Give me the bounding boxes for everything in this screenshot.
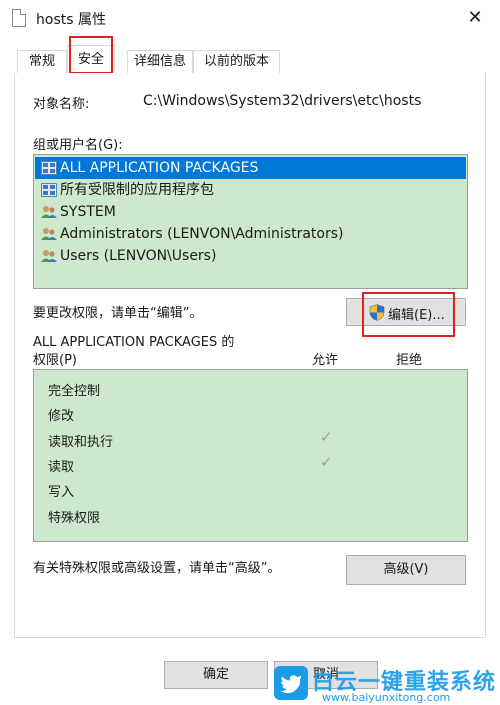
permissions-list[interactable]: 完全控制 修改 读取和执行 ✓ 读取 ✓ 写入 特殊权限: [33, 369, 468, 542]
highlight-box-security-tab: [69, 36, 113, 74]
groups-label: 组或用户名(G):: [33, 138, 123, 153]
object-name-value: C:\Windows\System32\drivers\etc\hosts: [143, 93, 422, 109]
permission-row-full-control: 完全控制: [48, 384, 101, 399]
permission-row-special: 特殊权限: [48, 511, 101, 526]
watermark: 白云一键重装系统 www.baiyunxitong.com: [274, 660, 500, 705]
app-package-icon: [41, 183, 57, 197]
user-group-icon: [41, 206, 57, 218]
ok-button[interactable]: 确定: [164, 661, 268, 689]
tab-details[interactable]: 详细信息: [127, 50, 193, 73]
document-icon: [12, 9, 26, 27]
list-item-label: 所有受限制的应用程序包: [60, 182, 214, 198]
advanced-hint: 有关特殊权限或高级设置，请单击“高级”。: [33, 561, 281, 576]
advanced-button[interactable]: 高级(V): [346, 555, 466, 585]
object-name-label: 对象名称:: [33, 97, 90, 112]
list-item-administrators[interactable]: Administrators (LENVON\Administrators): [35, 223, 466, 245]
deny-column-header: 拒绝: [396, 353, 423, 368]
highlight-box-edit-button: [362, 292, 455, 337]
list-item-label: ALL APPLICATION PACKAGES: [60, 160, 259, 176]
close-button[interactable]: ✕: [462, 6, 488, 30]
window-title: hosts 属性: [36, 12, 106, 28]
permissions-title-line1: ALL APPLICATION PACKAGES 的: [33, 335, 235, 350]
permission-row-read: 读取: [48, 460, 75, 475]
tab-general[interactable]: 常规: [17, 50, 67, 73]
user-group-icon: [41, 250, 57, 262]
groups-listbox[interactable]: ALL APPLICATION PACKAGES 所有受限制的应用程序包 SYS…: [33, 154, 468, 289]
permissions-title-line2: 权限(P): [33, 353, 77, 368]
list-item-users[interactable]: Users (LENVON\Users): [35, 245, 466, 267]
app-package-icon: [41, 161, 57, 175]
list-item-label: Users (LENVON\Users): [60, 248, 217, 264]
list-item-restricted-packages[interactable]: 所有受限制的应用程序包: [35, 179, 466, 201]
allow-check-icon: ✓: [320, 453, 333, 471]
list-item-label: SYSTEM: [60, 204, 116, 220]
allow-column-header: 允许: [312, 353, 339, 368]
user-group-icon: [41, 228, 57, 240]
allow-check-icon: ✓: [320, 428, 333, 446]
list-item-all-application-packages[interactable]: ALL APPLICATION PACKAGES: [35, 157, 466, 179]
list-item-system[interactable]: SYSTEM: [35, 201, 466, 223]
twitter-bird-icon: [274, 666, 308, 700]
permission-row-modify: 修改: [48, 409, 75, 424]
watermark-url: www.baiyunxitong.com: [322, 691, 451, 704]
title-bar: hosts 属性 ✕: [0, 0, 500, 38]
edit-hint: 要更改权限，请单击“编辑”。: [33, 306, 203, 321]
list-item-label: Administrators (LENVON\Administrators): [60, 226, 344, 242]
tab-previous-versions[interactable]: 以前的版本: [193, 50, 280, 73]
permission-row-read-execute: 读取和执行: [48, 435, 114, 450]
permission-row-write: 写入: [48, 485, 75, 500]
